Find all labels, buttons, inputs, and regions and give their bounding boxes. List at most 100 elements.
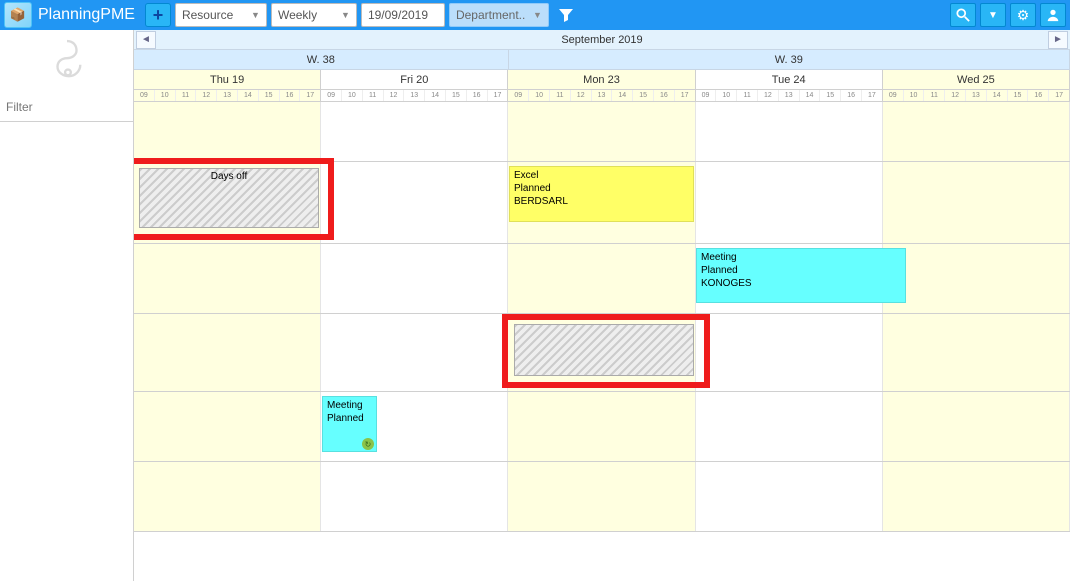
hour-tick: 13 [966,90,987,101]
hour-tick: 13 [404,90,425,101]
prev-month-button[interactable]: ◄ [136,31,156,49]
recurring-icon: ↻ [362,438,374,450]
app-logo-icon: 📦 [4,2,32,28]
hour-tick: 10 [716,90,737,101]
hour-tick: 15 [259,90,280,101]
search-icon [956,8,970,22]
hour-tick: 10 [155,90,176,101]
hour-tick: 14 [987,90,1008,101]
hour-tick: 11 [924,90,945,101]
hour-tick: 15 [820,90,841,101]
day-thu19[interactable]: Thu 19 [134,70,321,89]
chevron-left-icon: ◄ [141,34,151,45]
view-dropdown[interactable]: Weekly ▼ [271,3,357,27]
department-dropdown[interactable]: Department.. ▼ [449,3,549,27]
resource-dropdown-label: Resource [182,8,233,22]
schedule-rows: John White Paul Grant Days off Excel Pla… [134,102,1070,532]
view-dropdown-label: Weekly [278,8,317,22]
row-lucy-kidman[interactable]: Lucy Kidman [134,314,1070,392]
hour-tick: 17 [488,90,508,101]
hour-tick: 09 [696,90,717,101]
hour-tick: 13 [592,90,613,101]
row-jackie-washington[interactable]: Jackie Washington [134,462,1070,532]
user-button[interactable] [1040,3,1066,27]
hour-tick: 12 [196,90,217,101]
day-mon23[interactable]: Mon 23 [508,70,695,89]
day-tue24[interactable]: Tue 24 [696,70,883,89]
day-wed25[interactable]: Wed 25 [883,70,1070,89]
row-megan-cox[interactable]: Megan Cox Meeting Planned KONOGES [134,244,1070,314]
hour-tick: 10 [529,90,550,101]
hour-tick: 09 [321,90,342,101]
hour-tick: 16 [841,90,862,101]
hour-tick: 11 [737,90,758,101]
hour-tick: 11 [363,90,384,101]
chevron-down-icon: ▼ [341,10,350,20]
hour-tick: 12 [945,90,966,101]
department-label: Department.. [456,8,525,22]
chevron-right-icon: ► [1053,34,1063,45]
hours-thu19: 091011121314151617 [134,90,321,101]
funnel-icon [558,7,574,23]
hour-tick: 17 [1049,90,1069,101]
hour-tick: 13 [217,90,238,101]
hours-tue24: 091011121314151617 [696,90,883,101]
app-title: PlanningPME [38,6,135,24]
more-dropdown[interactable]: ▼ [980,3,1006,27]
event-line: Meeting [327,399,372,412]
day-fri20[interactable]: Fri 20 [321,70,508,89]
hour-tick: 09 [134,90,155,101]
hour-tick: 16 [280,90,301,101]
month-label: September 2019 [158,34,1046,46]
hour-tick: 12 [384,90,405,101]
week-38[interactable]: W. 38 [134,50,509,69]
chevron-down-icon: ▼ [533,10,542,20]
hour-tick: 15 [446,90,467,101]
row-daniel-pitt[interactable]: Daniel Pitt Meeting Planned ↻ [134,392,1070,462]
hour-tick: 14 [800,90,821,101]
hours-wed25: 091011121314151617 [883,90,1070,101]
hour-tick: 15 [1008,90,1029,101]
hour-tick: 11 [550,90,571,101]
hour-tick: 17 [675,90,695,101]
event-meeting-konoges[interactable]: Meeting Planned KONOGES [696,248,906,303]
hour-tick: 10 [904,90,925,101]
week-39[interactable]: W. 39 [509,50,1070,69]
hour-tick: 16 [1028,90,1049,101]
event-label: Days off [211,171,248,182]
row-paul-grant[interactable]: Paul Grant Days off Excel Planned BERDSA… [134,162,1070,244]
hours-header: 091011121314151617 091011121314151617 09… [134,90,1070,102]
day-header: Thu 19 Fri 20 Mon 23 Tue 24 Wed 25 [134,70,1070,90]
hour-tick: 10 [342,90,363,101]
event-line: Planned [701,264,901,277]
next-month-button[interactable]: ► [1048,31,1068,49]
date-input[interactable]: 19/09/2019 [361,3,445,27]
hour-tick: 17 [300,90,320,101]
hour-tick: 14 [425,90,446,101]
filter-label: Filter [0,92,133,122]
hour-tick: 09 [508,90,529,101]
event-excel[interactable]: Excel Planned BERDSARL [509,166,694,222]
user-icon [1046,8,1060,22]
row-john-white[interactable]: John White [134,102,1070,162]
week-header: W. 38 W. 39 [134,50,1070,70]
event-line: Planned [514,182,689,195]
search-button[interactable] [950,3,976,27]
event-unavailable[interactable] [514,324,694,376]
filter-button[interactable] [553,3,579,27]
event-days-off[interactable]: Days off [139,168,319,228]
event-line: BERDSARL [514,195,689,208]
plus-icon: + [153,5,164,26]
settings-button[interactable]: ⚙ [1010,3,1036,27]
hour-tick: 11 [176,90,197,101]
add-button[interactable]: + [145,3,171,27]
event-line: KONOGES [701,277,901,290]
hour-tick: 15 [633,90,654,101]
hour-tick: 14 [612,90,633,101]
top-toolbar: 📦 PlanningPME + Resource ▼ Weekly ▼ 19/0… [0,0,1070,30]
event-meeting-recurring[interactable]: Meeting Planned ↻ [322,396,377,452]
event-line: Planned [327,412,372,425]
resource-dropdown[interactable]: Resource ▼ [175,3,267,27]
month-header: ◄ September 2019 ► [134,30,1070,50]
schedule-grid: ◄ September 2019 ► W. 38 W. 39 Thu 19 Fr… [134,30,1070,581]
